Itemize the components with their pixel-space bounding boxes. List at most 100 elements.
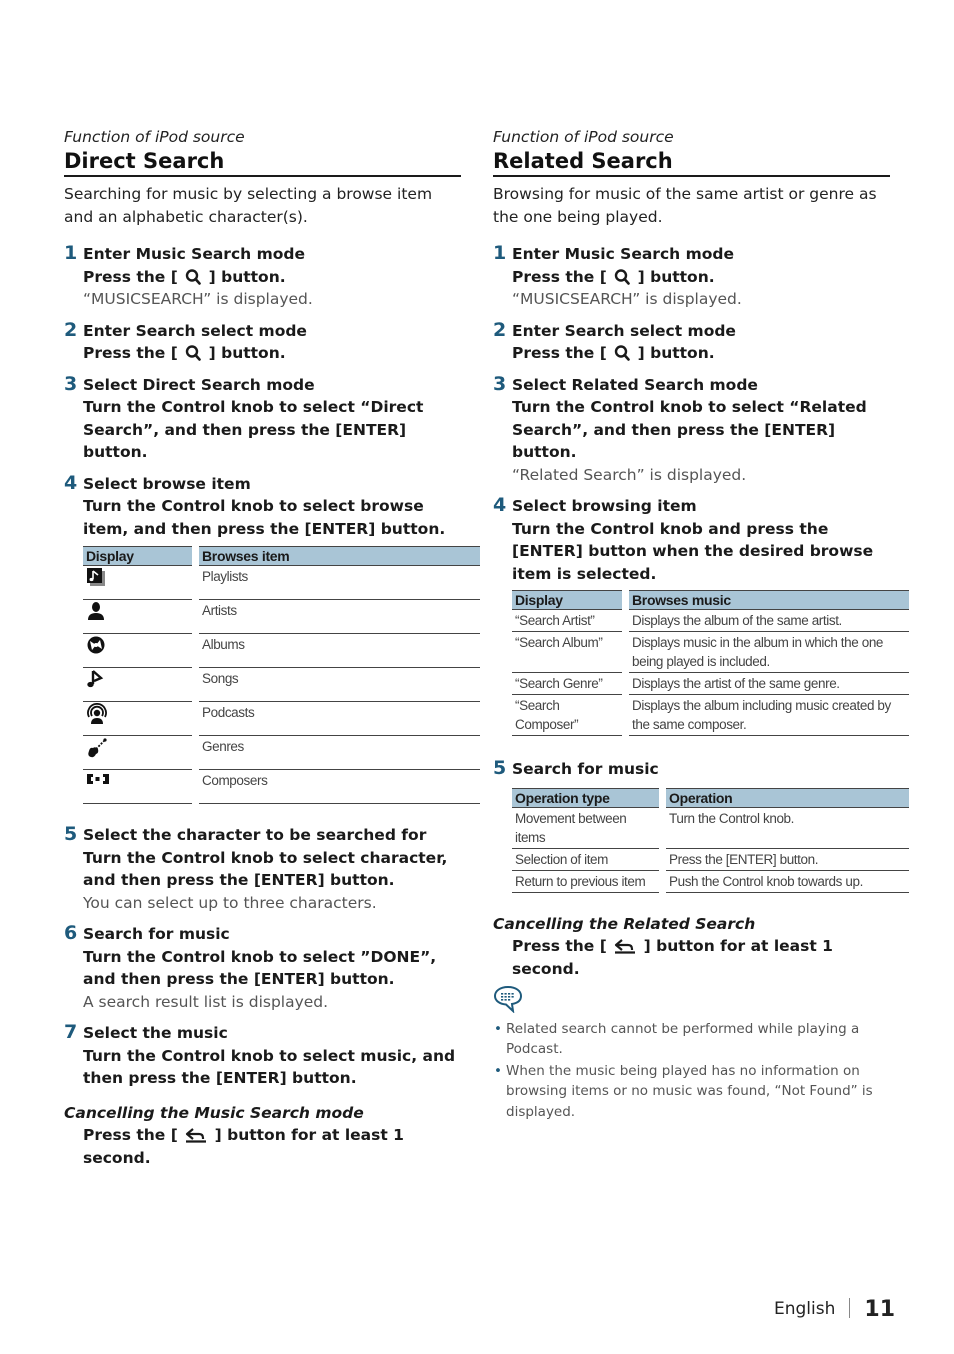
instruction-text: ] button. — [208, 344, 286, 362]
instruction-text: Press the [ — [83, 267, 178, 286]
step-instruction: Press the [ ] button. — [83, 266, 461, 289]
column-gap — [622, 631, 629, 673]
cancel-heading: Cancelling the Related Search — [493, 914, 756, 933]
step-instruction: Press the [ ] button. — [512, 342, 890, 365]
display-cell — [83, 701, 192, 736]
column-gap — [659, 788, 666, 807]
column-gap — [192, 633, 199, 668]
instruction-text: Press the [ — [83, 1125, 178, 1144]
section-kicker: Function of iPod source — [493, 128, 674, 146]
step-number: 2 — [64, 318, 78, 341]
footer-language: English — [774, 1299, 836, 1319]
footer-divider — [849, 1298, 851, 1318]
step-5: 5 Search for music — [493, 757, 890, 781]
step-instruction: Turn the Control knob to select ”DONE”, … — [83, 947, 437, 989]
composer-icon — [87, 774, 109, 784]
display-cell — [83, 565, 192, 600]
column-gap — [192, 546, 199, 566]
display-cell: “Search Genre” — [512, 672, 622, 695]
step-3: 3 Select Related Search mode Turn the Co… — [493, 373, 890, 487]
step-number: 5 — [493, 757, 507, 779]
table-row: Composers — [83, 769, 480, 804]
page-number: 11 — [864, 1297, 896, 1322]
step-6: 6 Search for music Turn the Control knob… — [64, 922, 461, 1013]
step-instruction: Turn the Control knob and press the [ENT… — [512, 519, 874, 583]
step-number: 4 — [64, 471, 78, 494]
step-1: 1 Enter Music Search mode Press the [ ] … — [64, 242, 461, 311]
operation-cell: Turn the Control knob. — [666, 807, 909, 849]
related-search-table: Display Browses music “Search Artist” Di… — [512, 590, 909, 736]
browse-item-table: Display Browses item Playlists Artists A… — [83, 546, 480, 804]
section-intro: Searching for music by selecting a brows… — [64, 185, 433, 226]
column-gap — [192, 599, 199, 634]
section-title: Direct Search — [64, 148, 461, 177]
table-header-row: Operation type Operation — [512, 787, 909, 808]
table-row: “Search Genre” Displays the artist of th… — [512, 672, 909, 695]
display-cell: “Search Album” — [512, 631, 622, 673]
step-number: 3 — [64, 372, 78, 395]
page-footer: English 11 — [774, 1297, 895, 1322]
display-cell — [83, 599, 192, 634]
step-instruction: Press the [ ] button. — [512, 266, 890, 289]
column-gap — [192, 701, 199, 736]
step-5: 5 Select the character to be searched fo… — [64, 823, 461, 914]
table-row: Genres — [83, 735, 480, 770]
operation-type-cell: Return to previous item — [512, 870, 659, 893]
step-title: Select the music — [83, 1024, 228, 1042]
column-header: Browses music — [629, 590, 909, 610]
browse-item-cell: Composers — [199, 769, 480, 804]
display-cell — [83, 769, 192, 804]
cancel-heading: Cancelling the Music Search mode — [64, 1103, 364, 1122]
step-note: “MUSICSEARCH” is displayed. — [83, 290, 313, 308]
display-cell — [83, 633, 192, 668]
table-row: Playlists — [83, 565, 480, 600]
browse-item-cell: Playlists — [199, 565, 480, 600]
back-icon — [185, 1127, 207, 1143]
browse-item-cell: Genres — [199, 735, 480, 770]
column-gap — [659, 807, 666, 848]
step-3: 3 Select Direct Search mode Turn the Con… — [64, 372, 461, 464]
section-kicker: Function of iPod source — [64, 128, 245, 146]
step-instruction: Turn the Control knob to select characte… — [83, 848, 448, 890]
step-title: Search for music — [83, 925, 230, 943]
table-row: Songs — [83, 667, 480, 702]
song-icon — [87, 670, 104, 688]
description-cell: Displays the album including music creat… — [629, 694, 909, 736]
artist-icon — [88, 602, 104, 620]
step-title: Enter Music Search mode — [83, 245, 305, 263]
search-icon — [185, 268, 201, 285]
table-row: Podcasts — [83, 701, 480, 736]
table-header-row: Display Browses item — [83, 546, 480, 566]
column-gap — [622, 609, 629, 632]
search-icon — [185, 344, 201, 361]
step-title: Select Direct Search mode — [83, 375, 315, 394]
step-instruction: Turn the Control knob to select browse i… — [83, 497, 446, 538]
step-title: Enter Search select mode — [83, 321, 307, 340]
step-title: Select browsing item — [512, 497, 697, 515]
column-gap — [622, 590, 629, 610]
column-header: Operation — [666, 787, 909, 808]
column-header: Display — [83, 546, 192, 566]
step-note: “Related Search” is displayed. — [512, 465, 747, 484]
description-cell: Displays music in the album in which the… — [629, 631, 909, 673]
column-gap — [622, 694, 629, 736]
step-note: A search result list is displayed. — [83, 992, 329, 1011]
instruction-text: ] button. — [637, 267, 715, 286]
instruction-text: Press the [ — [512, 936, 607, 955]
note-icon-wrapper — [493, 985, 890, 1017]
instruction-text: Press the [ — [512, 267, 607, 286]
note-item: When the music being played has no infor… — [494, 1061, 890, 1123]
playlist-icon — [87, 568, 105, 586]
back-icon — [614, 938, 636, 954]
direct-search-column: Function of iPod source Direct Search Se… — [64, 126, 480, 1170]
step-2: 2 Enter Search select mode Press the [ ]… — [64, 318, 461, 365]
description-cell: Displays the album of the same artist. — [629, 609, 909, 632]
step-number: 1 — [493, 242, 507, 264]
step-note: “MUSICSEARCH” is displayed. — [512, 290, 742, 308]
step-7: 7 Select the music Turn the Control knob… — [64, 1021, 461, 1090]
genre-icon — [88, 738, 107, 758]
display-cell — [83, 735, 192, 770]
step-1: 1 Enter Music Search mode Press the [ ] … — [493, 242, 890, 311]
table-row: “Search Album” Displays music in the alb… — [512, 631, 909, 673]
description-cell: Displays the artist of the same genre. — [629, 672, 909, 695]
